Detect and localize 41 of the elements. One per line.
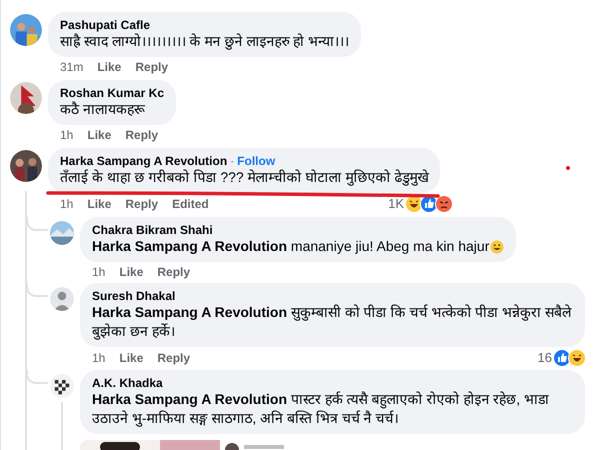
like-link[interactable]: Like bbox=[97, 59, 122, 75]
separator-dot: · bbox=[230, 154, 234, 168]
thread-connector bbox=[26, 370, 48, 384]
reaction-count[interactable]: 1K bbox=[388, 196, 404, 212]
reply-link[interactable]: Reply bbox=[157, 264, 190, 280]
author-name[interactable]: Chakra Bikram Shahi bbox=[92, 223, 213, 237]
thread-connector bbox=[26, 217, 48, 231]
author-name[interactable]: Suresh Dhakal bbox=[92, 289, 176, 303]
comment-text: तँलाई के थाहा छ गरीबको पिडा ??? मेलाम्चीको घोटाला मुछिएको ढेडुमुखे bbox=[60, 168, 428, 187]
timestamp[interactable]: 1h bbox=[92, 350, 106, 366]
author-name[interactable]: Roshan Kumar Kc bbox=[60, 86, 164, 100]
reply-link[interactable]: Reply bbox=[125, 127, 158, 143]
like-link[interactable]: Like bbox=[119, 350, 144, 366]
author-name[interactable]: Harka Sampang A Revolution bbox=[60, 154, 228, 168]
edited-label[interactable]: Edited bbox=[172, 196, 209, 212]
timestamp[interactable]: 1h bbox=[92, 264, 106, 280]
follow-link[interactable]: Follow bbox=[237, 154, 276, 168]
author-name[interactable]: Pashupati Cafle bbox=[60, 18, 150, 32]
avatar-icon[interactable] bbox=[50, 374, 74, 398]
reaction-count[interactable]: 16 bbox=[538, 350, 552, 366]
angry-face-icon bbox=[435, 195, 453, 213]
timestamp[interactable]: 1h bbox=[60, 127, 74, 143]
avatar-icon[interactable] bbox=[10, 150, 42, 182]
laughing-face-icon bbox=[568, 349, 586, 367]
comment-text: Harka Sampang A Revolution पास्टर हर्क त्यसै बहुलाएको रोएको होइन रहेछ, भाडा उठाउने भु-माफिया सङ्ग साठगाठ, अनि बस्ति भित्र चर्च नै चर्च। bbox=[92, 390, 550, 428]
grinning-face-icon bbox=[490, 240, 504, 254]
like-link[interactable]: Like bbox=[87, 196, 112, 212]
comment-text: कठै नालायकहरू bbox=[60, 100, 145, 119]
timestamp[interactable]: 31m bbox=[60, 59, 84, 75]
comment-text: Harka Sampang A Revolution mananiye jiu! Abeg ma kin hajur bbox=[92, 237, 490, 256]
author-name[interactable]: A.K. Khadka bbox=[92, 376, 163, 390]
reply-link[interactable]: Reply bbox=[157, 350, 190, 366]
comment-text: Harka Sampang A Revolution सुकुम्बासी को पीडा कि चर्च भत्केको पीडा भन्नेकुरा सबैले बुझेका छन हर्के। bbox=[92, 303, 573, 341]
like-link[interactable]: Like bbox=[87, 127, 112, 143]
thread-connector bbox=[26, 283, 48, 297]
reply-link[interactable]: Reply bbox=[125, 196, 158, 212]
timestamp[interactable]: 1h bbox=[60, 196, 74, 212]
reply-link[interactable]: Reply bbox=[135, 59, 168, 75]
avatar-icon[interactable] bbox=[10, 82, 42, 114]
like-link[interactable]: Like bbox=[119, 264, 144, 280]
comment-text: साह्रै स्वाद लाग्यो।।।।।।।।। के मन छुने लाइनहरु हो भन्या।।। bbox=[60, 32, 350, 51]
